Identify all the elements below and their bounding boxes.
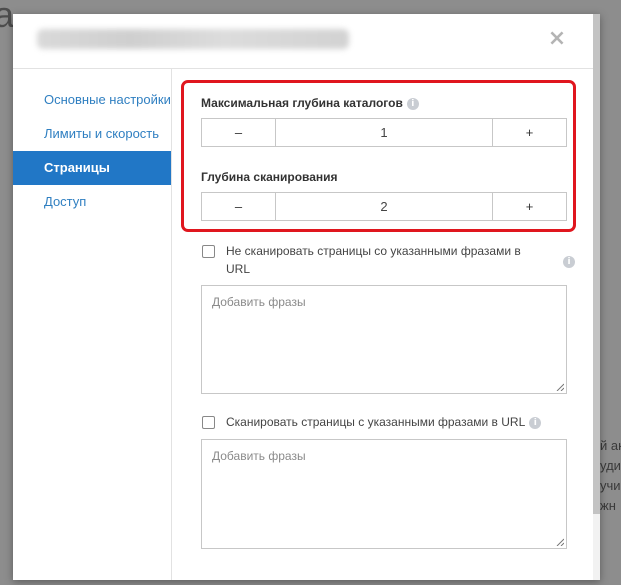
include-phrases-checkbox[interactable] <box>202 416 215 429</box>
settings-modal: × Основные настройки Лимиты и скорость С… <box>13 14 600 580</box>
scrollbar-thumb[interactable] <box>593 14 600 514</box>
blurred-site-url <box>37 29 349 49</box>
max-depth-minus-button[interactable]: – <box>202 119 276 146</box>
include-phrases-textarea[interactable]: Добавить фразы <box>201 439 567 549</box>
include-phrases-label-row: Сканировать страницы с указанными фразам… <box>226 413 542 431</box>
info-icon[interactable]: i <box>563 256 575 268</box>
include-phrases-label: Сканировать страницы с указанными фразам… <box>226 415 526 429</box>
scan-depth-plus-button[interactable]: + <box>492 193 566 220</box>
exclude-phrases-label: Не сканировать страницы со указанными фр… <box>226 242 546 278</box>
exclude-phrases-checkbox[interactable] <box>202 245 215 258</box>
background-side-text: й ак уди учи жн <box>600 436 621 516</box>
exclude-phrases-textarea[interactable]: Добавить фразы <box>201 285 567 394</box>
exclude-phrases-label-line2: URL <box>226 262 251 276</box>
background-line: учи <box>600 478 621 493</box>
pages-settings-panel: Максимальная глубина каталогов i – 1 + Гл… <box>171 69 593 580</box>
max-depth-value[interactable]: 1 <box>276 119 492 146</box>
info-icon[interactable]: i <box>529 416 542 429</box>
background-line: уди <box>600 458 621 473</box>
resize-handle-icon[interactable] <box>556 383 564 391</box>
sidebar-item-pages[interactable]: Страницы <box>13 151 171 185</box>
modal-header: × <box>13 14 600 69</box>
resize-handle-icon[interactable] <box>556 538 564 546</box>
sidebar-item-limits-speed[interactable]: Лимиты и скорость <box>13 117 171 151</box>
scan-depth-minus-button[interactable]: – <box>202 193 276 220</box>
sidebar-item-basic-settings[interactable]: Основные настройки <box>13 83 171 117</box>
scan-depth-value[interactable]: 2 <box>276 193 492 220</box>
max-depth-plus-button[interactable]: + <box>492 119 566 146</box>
scan-depth-stepper: – 2 + <box>201 192 567 221</box>
modal-scrollbar[interactable] <box>593 14 600 580</box>
sidebar-item-access[interactable]: Доступ <box>13 185 171 219</box>
max-depth-label: Максимальная глубина каталогов <box>201 96 403 110</box>
exclude-phrases-placeholder: Добавить фразы <box>212 295 306 309</box>
max-depth-label-row: Максимальная глубина каталогов i <box>201 96 419 110</box>
background-title-char: а <box>0 0 15 35</box>
max-depth-stepper: – 1 + <box>201 118 567 147</box>
background-line: жн <box>600 498 616 513</box>
background-line: й ак <box>600 438 621 453</box>
info-icon[interactable]: i <box>406 97 419 110</box>
scan-depth-label: Глубина сканирования <box>201 170 338 184</box>
settings-sidebar: Основные настройки Лимиты и скорость Стр… <box>13 69 172 580</box>
close-icon[interactable]: × <box>547 28 567 50</box>
exclude-phrases-label-line1: Не сканировать страницы со указанными фр… <box>226 244 521 258</box>
include-phrases-placeholder: Добавить фразы <box>212 449 306 463</box>
